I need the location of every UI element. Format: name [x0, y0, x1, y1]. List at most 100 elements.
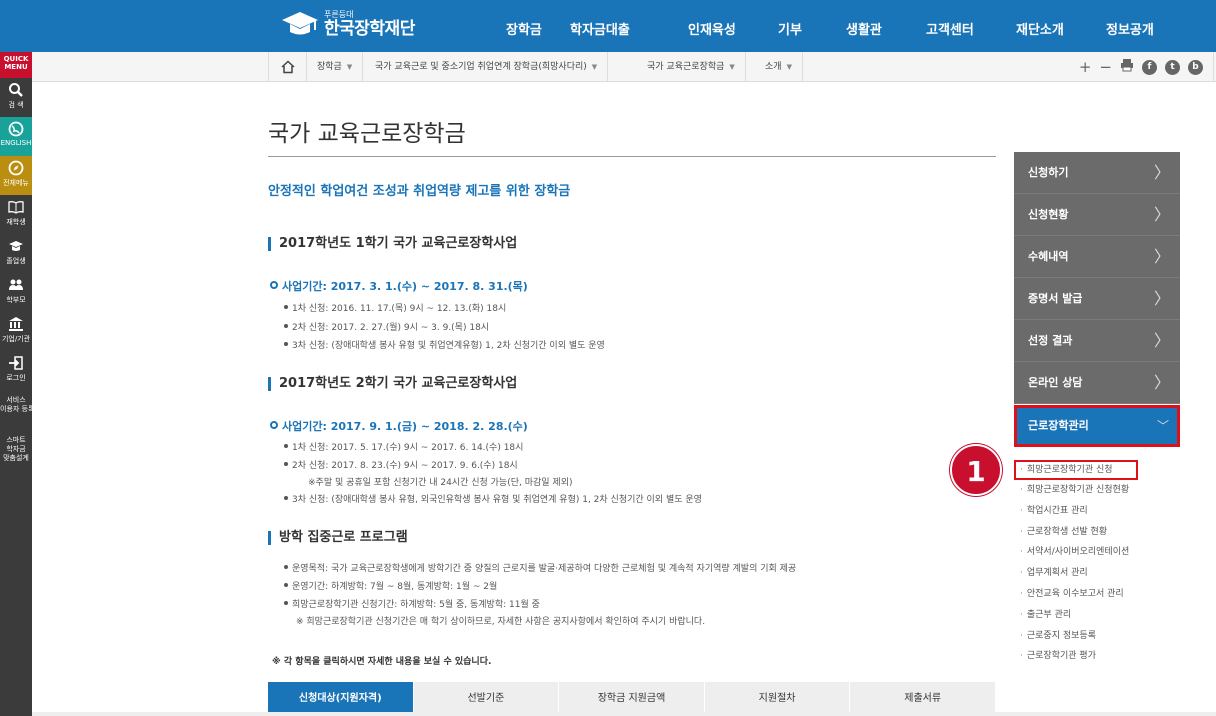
- quick-login[interactable]: 로그인: [0, 351, 32, 390]
- nav-scholarship[interactable]: 장학금: [506, 19, 542, 38]
- chevron-right-icon: 〉: [1153, 205, 1170, 224]
- quick-service-register[interactable]: 서비스 이용자 등록: [0, 390, 32, 430]
- tab-procedure[interactable]: 지원절차: [704, 682, 851, 716]
- bullet-icon: ·: [1020, 630, 1023, 641]
- nav-about[interactable]: 재단소개: [1016, 19, 1064, 38]
- quick-menu-title-line2: MENU: [4, 63, 28, 71]
- quick-student[interactable]: 재학생: [0, 195, 32, 234]
- submenu-item-work-plan[interactable]: · 업무계획서 관리: [1014, 563, 1180, 584]
- nav-customer-center[interactable]: 고객센터: [926, 19, 974, 38]
- list-item: 운영목적: 국가 교육근로장학생에게 방학기간 중 양질의 근로지를 발굴·제공…: [284, 561, 796, 574]
- side-menu-work-management[interactable]: 근로장학관리 ﹀: [1014, 405, 1180, 447]
- side-menu: 신청하기 〉 신청현황 〉 수혜내역 〉 증명서 발급 〉 선정 결과 〉 온라인 상담 〉…: [1014, 152, 1180, 447]
- submenu-item-safety-report[interactable]: · 안전교육 이수보고서 관리: [1014, 584, 1180, 605]
- book-icon: [8, 199, 24, 215]
- submenu-item-attendance[interactable]: · 출근부 관리: [1014, 605, 1180, 626]
- tab-amount[interactable]: 장학금 지원금액: [559, 682, 705, 716]
- submenu-label: 출근부 관리: [1026, 609, 1072, 620]
- list-item-note: ※주말 및 공휴일 포함 신청기간 내 24시간 신청 가능(단, 마감일 제외…: [308, 478, 573, 488]
- search-icon: [8, 82, 24, 98]
- quick-service-register-line1: 서비스: [6, 396, 26, 404]
- print-icon[interactable]: [1120, 58, 1134, 76]
- section-period-2017-1: 사업기간: 2017. 3. 1.(수) ~ 2017. 8. 31.(목): [270, 278, 528, 294]
- tab-selection-criteria[interactable]: 선발기준: [413, 682, 560, 716]
- side-menu-label: 증명서 발급: [1028, 292, 1083, 305]
- facebook-icon[interactable]: f: [1142, 59, 1157, 75]
- submenu-item-hope-apply[interactable]: · 희망근로장학기관 신청: [1014, 460, 1138, 480]
- side-menu-online-consult[interactable]: 온라인 상담 〉: [1014, 362, 1180, 404]
- quick-smart-scholarship[interactable]: 스마트 학자금 맞춤설계: [0, 430, 32, 478]
- quick-institution-label: 기업/기관: [1, 335, 31, 343]
- side-menu-label: 신청하기: [1028, 166, 1069, 179]
- submenu-item-pledge[interactable]: · 서약서/사이버오리엔테이션: [1014, 542, 1180, 563]
- section-heading-vacation: 방학 집중근로 프로그램: [268, 531, 408, 545]
- bullet-icon: [284, 444, 288, 448]
- side-menu-results[interactable]: 선정 결과 〉: [1014, 320, 1180, 362]
- nav-talent[interactable]: 인재육성: [688, 19, 736, 38]
- footnote: ※ 각 항목을 클릭하시면 자세한 내용을 보실 수 있습니다.: [272, 657, 492, 667]
- tab-eligibility[interactable]: 신청대상(지원자격): [268, 682, 414, 716]
- submenu-label: 희망근로장학기관 신청: [1026, 465, 1113, 475]
- submenu-label: 업무계획서 관리: [1026, 568, 1088, 579]
- submenu-item-timetable[interactable]: · 학업시간표 관리: [1014, 501, 1180, 522]
- bullet-icon: [284, 462, 288, 466]
- side-menu-label: 온라인 상담: [1028, 376, 1083, 389]
- quick-institution[interactable]: 기업/기관: [0, 312, 32, 351]
- side-menu-label: 수혜내역: [1028, 250, 1069, 263]
- list-item-text: 3차 신청: (장애대학생 봉사 유형 및 취업연계유형) 1, 2차 신청기간…: [292, 341, 605, 351]
- submenu-item-evaluation[interactable]: · 근로장학기관 평가: [1014, 646, 1180, 667]
- quick-parents[interactable]: 학부모: [0, 273, 32, 312]
- quick-all-menu[interactable]: 전체메뉴: [0, 156, 32, 195]
- quick-menu-title-line1: QUICK: [3, 55, 29, 63]
- bullet-icon: ·: [1020, 526, 1023, 537]
- list-item-note: ※ 희망근로장학기관 신청기간은 매 학기 상이하므로, 자세한 사항은 공지사…: [296, 617, 706, 627]
- chevron-right-icon: 〉: [1153, 163, 1170, 182]
- chevron-down-icon: ▼: [591, 63, 598, 71]
- bullet-icon: ·: [1020, 505, 1023, 516]
- submenu-item-work-stop[interactable]: · 근로중지 정보등록: [1014, 626, 1180, 647]
- list-item: 3차 신청: (장애대학생 봉사 유형, 외국인유학생 봉사 유형 및 취업연계…: [284, 492, 702, 505]
- list-item: 1차 신청: 2017. 5. 17.(수) 9시 ~ 2017. 6. 14.…: [284, 440, 523, 453]
- quick-search[interactable]: 검 색: [0, 78, 32, 117]
- nav-disclosure[interactable]: 정보공개: [1106, 19, 1154, 38]
- nav-donation[interactable]: 기부: [778, 19, 802, 38]
- home-icon[interactable]: [269, 52, 307, 82]
- submenu-label: 서약서/사이버오리엔테이션: [1026, 547, 1130, 558]
- logo[interactable]: 푸른등대 한국장학재단: [280, 10, 415, 38]
- zoom-out-icon[interactable]: −: [1099, 58, 1112, 76]
- side-menu-benefits[interactable]: 수혜내역 〉: [1014, 236, 1180, 278]
- side-menu-certificate[interactable]: 증명서 발급 〉: [1014, 278, 1180, 320]
- breadcrumb-item-scholarship[interactable]: 장학금 ▼: [307, 52, 364, 82]
- side-menu-label: 신청현황: [1028, 208, 1069, 221]
- blog-icon[interactable]: b: [1188, 59, 1203, 75]
- nav-dormitory[interactable]: 생활관: [846, 19, 882, 38]
- submenu-label: 근로장학기관 평가: [1026, 651, 1096, 662]
- breadcrumb-label: 국가 교육근로장학금: [647, 62, 725, 72]
- breadcrumb-item-work-ladder[interactable]: 국가 교육근로 및 중소기업 취업연계 장학금(희망사다리) ▼: [365, 52, 609, 82]
- side-menu-label: 근로장학관리: [1028, 419, 1089, 432]
- submenu-item-hope-status[interactable]: · 희망근로장학기관 신청현황: [1014, 480, 1180, 501]
- chevron-down-icon: ▼: [786, 63, 792, 71]
- bullet-icon: ·: [1020, 465, 1023, 475]
- section-heading-2017-2: 2017학년도 2학기 국가 교육근로장학사업: [268, 377, 517, 391]
- page-subtitle: 안정적인 학업여건 조성과 취업역량 제고를 위한 장학금: [268, 184, 571, 199]
- bullet-icon: [284, 496, 288, 500]
- breadcrumb-label: 소개: [765, 62, 782, 72]
- chevron-right-icon: 〉: [1153, 289, 1170, 308]
- tab-documents[interactable]: 제출서류: [850, 682, 996, 716]
- quick-graduate[interactable]: 졸업생: [0, 234, 32, 273]
- breadcrumb-item-work-scholarship[interactable]: 국가 교육근로장학금 ▼: [637, 52, 746, 82]
- submenu-label: 근로중지 정보등록: [1026, 630, 1096, 641]
- nav-student-loan[interactable]: 학자금대출: [570, 19, 630, 38]
- submenu-item-selection-status[interactable]: · 근로장학생 선발 현황: [1014, 522, 1180, 543]
- side-menu-apply[interactable]: 신청하기 〉: [1014, 152, 1180, 194]
- breadcrumb-item-intro[interactable]: 소개 ▼: [755, 52, 803, 82]
- quick-english[interactable]: ENGLISH: [0, 117, 32, 156]
- twitter-icon[interactable]: t: [1165, 59, 1180, 75]
- circle-bullet-icon: [270, 281, 278, 289]
- side-menu-status[interactable]: 신청현황 〉: [1014, 194, 1180, 236]
- quick-smart-line3: 맞춤설계: [3, 454, 29, 462]
- list-item: 3차 신청: (장애대학생 봉사 유형 및 취업연계유형) 1, 2차 신청기간…: [284, 338, 605, 351]
- period-text: 사업기간: 2017. 9. 1.(금) ~ 2018. 2. 28.(수): [282, 420, 528, 433]
- zoom-in-icon[interactable]: +: [1079, 58, 1092, 76]
